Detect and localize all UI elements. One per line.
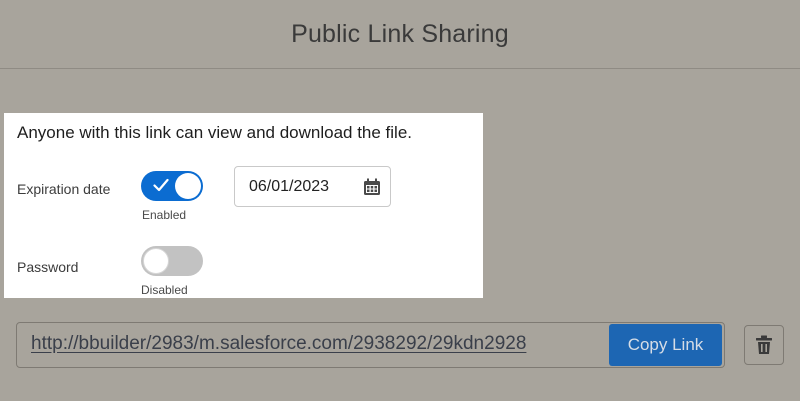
trash-icon <box>756 335 772 354</box>
check-icon <box>153 178 169 192</box>
password-toggle[interactable] <box>141 246 203 276</box>
expiration-date-label: Expiration date <box>17 181 111 197</box>
sharing-settings-panel: Anyone with this link can view and downl… <box>4 113 483 298</box>
expiration-toggle[interactable] <box>141 171 203 201</box>
page-title: Public Link Sharing <box>291 19 509 48</box>
toggle-knob <box>175 173 201 199</box>
date-value: 06/01/2023 <box>249 177 330 195</box>
password-status: Disabled <box>141 283 188 297</box>
toggle-knob <box>143 248 169 274</box>
expiration-status: Enabled <box>142 208 187 222</box>
delete-link-button[interactable] <box>744 325 784 365</box>
calendar-icon[interactable] <box>362 177 382 197</box>
password-label: Password <box>17 259 79 275</box>
copy-link-button[interactable]: Copy Link <box>609 324 722 366</box>
modal-header: Public Link Sharing <box>0 0 800 69</box>
share-link[interactable]: http://bbuilder/2983/m.salesforce.com/29… <box>31 333 526 355</box>
expiration-date-input[interactable]: 06/01/2023 <box>234 166 391 207</box>
intro-text: Anyone with this link can view and downl… <box>17 123 413 142</box>
